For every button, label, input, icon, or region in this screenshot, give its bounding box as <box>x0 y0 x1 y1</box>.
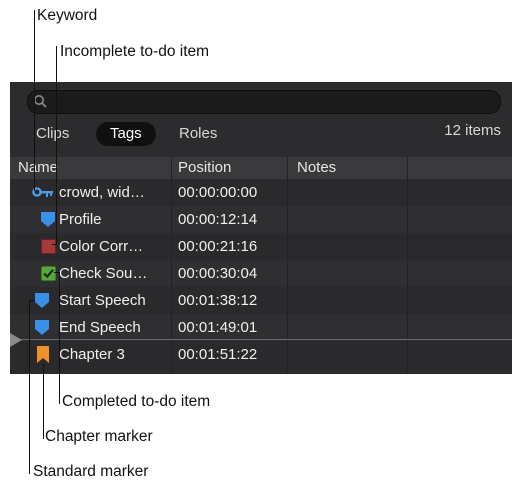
incomplete-todo-callout: Incomplete to-do item <box>60 43 210 60</box>
keyword-leader <box>34 10 35 191</box>
row-position: 00:01:51:22 <box>178 346 258 363</box>
tab-roles[interactable]: Roles <box>179 122 217 146</box>
column-position[interactable]: Position <box>178 157 231 179</box>
row-name: Chapter 3 <box>59 346 125 363</box>
row-position: 00:01:38:12 <box>178 292 258 309</box>
completed-todo-icon <box>41 266 56 281</box>
column-name[interactable]: Name <box>18 157 58 179</box>
completed-todo-callout: Completed to-do item <box>62 393 211 410</box>
skimmer-line <box>10 339 512 340</box>
row-position: 00:01:49:01 <box>178 319 258 336</box>
table-row[interactable]: Profile 00:00:12:14 <box>10 206 512 233</box>
column-separator <box>171 157 172 179</box>
standard-leader <box>29 300 30 474</box>
column-divider <box>171 179 172 374</box>
column-notes[interactable]: Notes <box>297 157 336 179</box>
table-row[interactable]: crowd, wid… 00:00:00:00 <box>10 179 512 206</box>
row-name: Check Sou… <box>59 265 148 282</box>
column-divider <box>407 179 408 374</box>
standard-leader-h <box>29 300 35 301</box>
incomplete-leader-h <box>52 244 57 245</box>
standard-marker-icon <box>41 212 55 227</box>
playhead-indicator-icon[interactable] <box>10 333 22 347</box>
tags-browser-panel: Clips Tags Roles 12 items Name Position … <box>10 82 512 374</box>
tab-clips[interactable]: Clips <box>36 122 69 146</box>
row-position: 00:00:30:04 <box>178 265 258 282</box>
table-row[interactable]: End Speech 00:01:49:01 <box>10 314 512 341</box>
standard-marker-icon <box>35 293 49 308</box>
row-position: 00:00:12:14 <box>178 211 258 228</box>
incomplete-leader <box>56 46 57 245</box>
search-icon <box>34 95 47 108</box>
standard-marker-icon <box>35 320 49 335</box>
chapter-leader <box>43 364 44 439</box>
row-position: 00:00:21:16 <box>178 238 258 255</box>
column-separator <box>407 157 408 179</box>
incomplete-todo-icon <box>41 239 56 254</box>
row-name: Color Corr… <box>59 238 144 255</box>
row-name: End Speech <box>59 319 141 336</box>
item-count: 12 items <box>444 122 501 139</box>
table-row[interactable]: Chapter 3 00:01:51:22 <box>10 341 512 374</box>
completed-leader-h <box>54 272 60 273</box>
keyword-callout: Keyword <box>37 7 98 24</box>
column-separator <box>287 157 288 179</box>
row-position: 00:00:00:00 <box>178 184 258 201</box>
standard-marker-callout: Standard marker <box>33 463 149 480</box>
table-row[interactable]: Check Sou… 00:00:30:04 <box>10 260 512 287</box>
completed-leader <box>59 272 60 404</box>
table-row[interactable]: Color Corr… 00:00:21:16 <box>10 233 512 260</box>
column-header: Name Position Notes <box>10 157 512 180</box>
column-divider <box>287 179 288 374</box>
search-field[interactable] <box>27 90 501 114</box>
tab-tags[interactable]: Tags <box>96 122 156 146</box>
row-name: Profile <box>59 211 102 228</box>
row-name: Start Speech <box>59 292 146 309</box>
table-row[interactable]: Start Speech 00:01:38:12 <box>10 287 512 314</box>
chapter-marker-callout: Chapter marker <box>45 428 153 445</box>
chapter-marker-icon <box>37 346 49 363</box>
keyword-icon <box>32 187 53 197</box>
row-name: crowd, wid… <box>59 184 145 201</box>
